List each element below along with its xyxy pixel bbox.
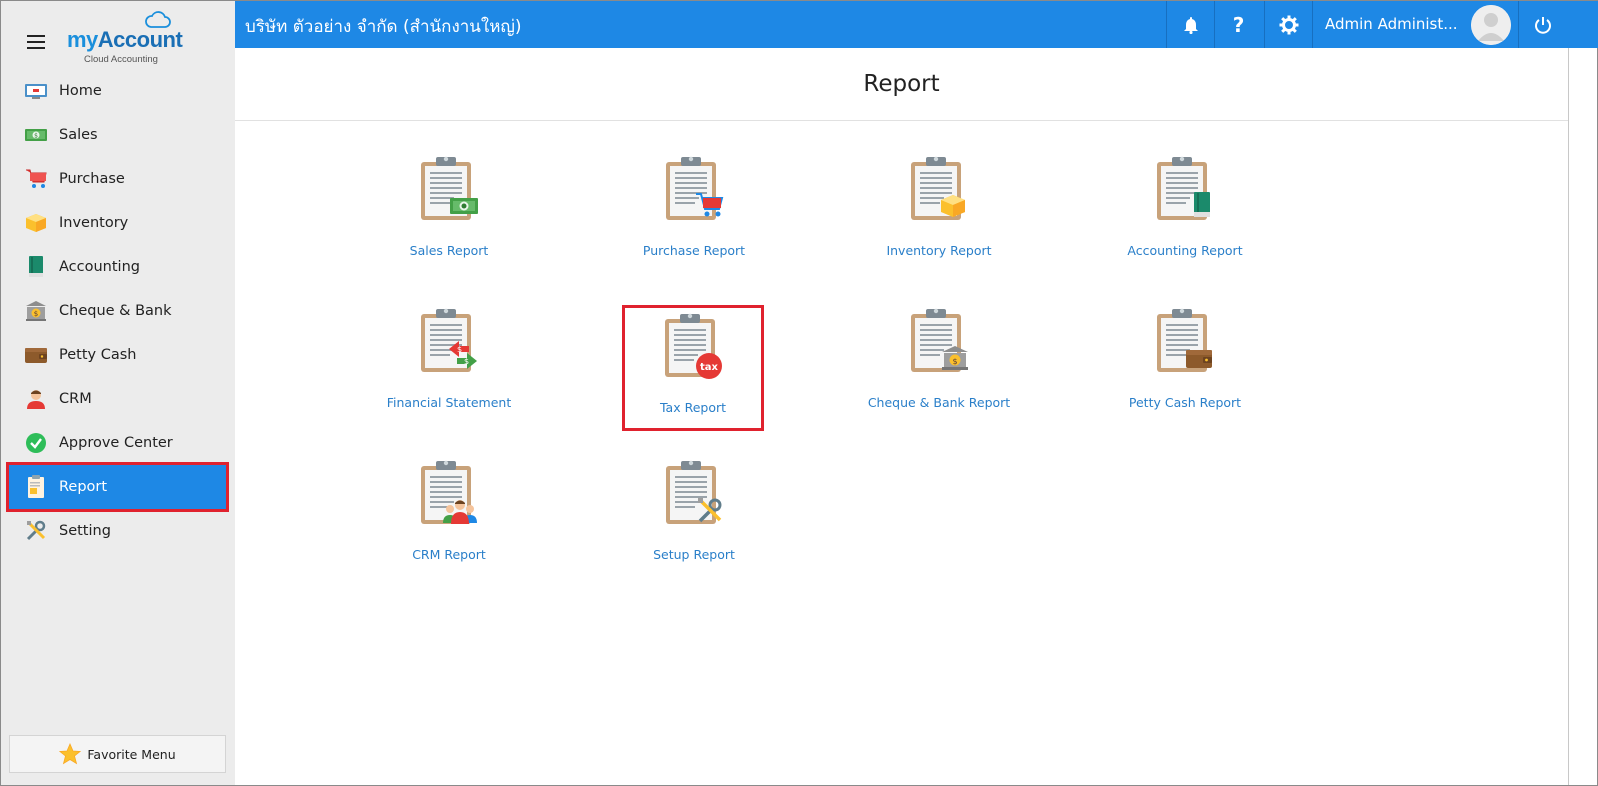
report-tile-setup-report[interactable]: Setup Report (626, 455, 762, 575)
tools-icon (24, 519, 48, 543)
clipboard-people-icon (419, 459, 479, 529)
report-tile-label: Inventory Report (886, 243, 992, 258)
settings-button[interactable] (1264, 1, 1312, 48)
help-button[interactable]: ? (1214, 1, 1262, 48)
home-icon (24, 79, 48, 103)
clipboard-box-icon (909, 155, 969, 225)
app-window: myAccount Cloud Accounting Home $ Sales (0, 0, 1598, 786)
favorite-menu-button[interactable]: Favorite Menu (9, 735, 226, 773)
report-tile-sales-report[interactable]: Sales Report (381, 151, 517, 271)
sidebar-item-home[interactable]: Home (1, 69, 235, 113)
sidebar-item-label: Setting (59, 523, 111, 539)
clipboard-book-icon (1155, 155, 1215, 225)
report-tile-label: Petty Cash Report (1128, 395, 1242, 410)
sidebar-item-purchase[interactable]: Purchase (1, 157, 235, 201)
sidebar-item-label: Purchase (59, 171, 125, 187)
clipboard-exchange-icon: $ $ (419, 307, 479, 377)
sidebar-item-petty-cash[interactable]: Petty Cash (1, 333, 235, 377)
money-icon: $ (24, 123, 48, 147)
report-tile-label: Setup Report (653, 547, 735, 562)
sidebar-item-sales[interactable]: $ Sales (1, 113, 235, 157)
clipboard-bank-icon: $ (909, 307, 969, 377)
report-icon (24, 475, 48, 499)
avatar[interactable] (1471, 5, 1511, 45)
svg-text:$: $ (34, 133, 38, 140)
report-tile-label: Purchase Report (642, 243, 746, 258)
clipboard-wallet-icon (1155, 307, 1215, 377)
report-tile-label: Financial Statement (386, 395, 512, 410)
main-content: Report Sales Report Purchase Report Invent… (235, 48, 1568, 785)
report-tile-label: CRM Report (412, 547, 486, 562)
sidebar-item-label: Accounting (59, 259, 140, 275)
page-title: Report (235, 48, 1568, 121)
check-circle-icon (24, 431, 48, 455)
sidebar-item-accounting[interactable]: Accounting (1, 245, 235, 289)
sidebar-item-cheque-bank[interactable]: $ Cheque & Bank (1, 289, 235, 333)
cart-icon (24, 167, 48, 191)
sidebar-item-crm[interactable]: CRM (1, 377, 235, 421)
svg-text:$: $ (457, 345, 462, 354)
svg-text:$: $ (34, 310, 38, 318)
book-icon (24, 255, 48, 279)
sidebar-nav: Home $ Sales Purchase Inventory Accounti… (1, 69, 235, 553)
sidebar-item-report[interactable]: Report (6, 462, 229, 512)
bank-icon: $ (24, 299, 48, 323)
scrollbar-track (1568, 48, 1569, 785)
report-tile-label: Accounting Report (1127, 243, 1243, 258)
notification-button[interactable] (1166, 1, 1214, 48)
svg-text:$: $ (464, 357, 469, 366)
top-bar: บริษัท ตัวอย่าง จำกัด (สำนักงานใหญ่) ? A… (235, 1, 1598, 48)
user-menu[interactable]: Admin Administ... (1312, 1, 1518, 48)
svg-text:$: $ (952, 357, 957, 366)
logout-button[interactable] (1518, 1, 1566, 48)
box-icon (24, 211, 48, 235)
power-icon (1534, 16, 1551, 34)
sidebar-item-label: CRM (59, 391, 92, 407)
report-tile-purchase-report[interactable]: Purchase Report (626, 151, 762, 271)
sidebar: myAccount Cloud Accounting Home $ Sales (1, 1, 235, 785)
company-name[interactable]: บริษัท ตัวอย่าง จำกัด (สำนักงานใหญ่) (245, 13, 522, 40)
sidebar-item-label: Sales (59, 127, 98, 143)
report-tile-petty-cash-report[interactable]: Petty Cash Report (1117, 303, 1253, 423)
report-tile-cheque-bank-report[interactable]: $ Cheque & Bank Report (867, 303, 1011, 423)
sidebar-item-label: Approve Center (59, 435, 173, 451)
sidebar-item-label: Home (59, 83, 102, 99)
brand-area: myAccount Cloud Accounting (1, 1, 235, 69)
user-name: Admin Administ... (1325, 15, 1458, 33)
app-logo[interactable]: myAccount Cloud Accounting (67, 11, 187, 65)
sidebar-item-inventory[interactable]: Inventory (1, 201, 235, 245)
clipboard-cart-icon (664, 155, 724, 225)
report-tile-financial-statement[interactable]: $ $ Financial Statement (381, 303, 517, 423)
user-avatar-icon (1471, 5, 1511, 45)
sidebar-item-label: Inventory (59, 215, 129, 231)
question-icon: ? (1232, 12, 1245, 37)
report-tile-crm-report[interactable]: CRM Report (381, 455, 517, 575)
star-icon (59, 743, 82, 765)
sidebar-item-label: Petty Cash (59, 347, 137, 363)
report-tile-label: Cheque & Bank Report (867, 395, 1011, 410)
report-tile-label: Sales Report (409, 243, 489, 258)
clipboard-tools-icon (664, 459, 724, 529)
logo-subtitle: Cloud Accounting (84, 54, 158, 65)
svg-text:tax: tax (700, 362, 719, 373)
clipboard-tax-icon: tax (663, 312, 723, 382)
sidebar-item-label: Cheque & Bank (59, 303, 172, 319)
favorite-menu-label: Favorite Menu (87, 746, 176, 762)
logo-text: myAccount (67, 27, 183, 52)
bell-icon (1183, 16, 1198, 34)
sidebar-item-approve-center[interactable]: Approve Center (1, 421, 235, 465)
report-tile-inventory-report[interactable]: Inventory Report (871, 151, 1007, 271)
gear-icon (1279, 15, 1298, 34)
people-icon (24, 387, 48, 411)
sidebar-item-label: Report (59, 479, 108, 495)
report-tile-tax-report[interactable]: tax Tax Report (622, 305, 764, 431)
wallet-icon (24, 343, 48, 367)
hamburger-menu-icon[interactable] (27, 35, 45, 49)
sidebar-item-setting[interactable]: Setting (1, 509, 235, 553)
clipboard-money-icon (419, 155, 479, 225)
report-tile-label: Tax Report (659, 400, 727, 415)
report-tile-accounting-report[interactable]: Accounting Report (1117, 151, 1253, 271)
